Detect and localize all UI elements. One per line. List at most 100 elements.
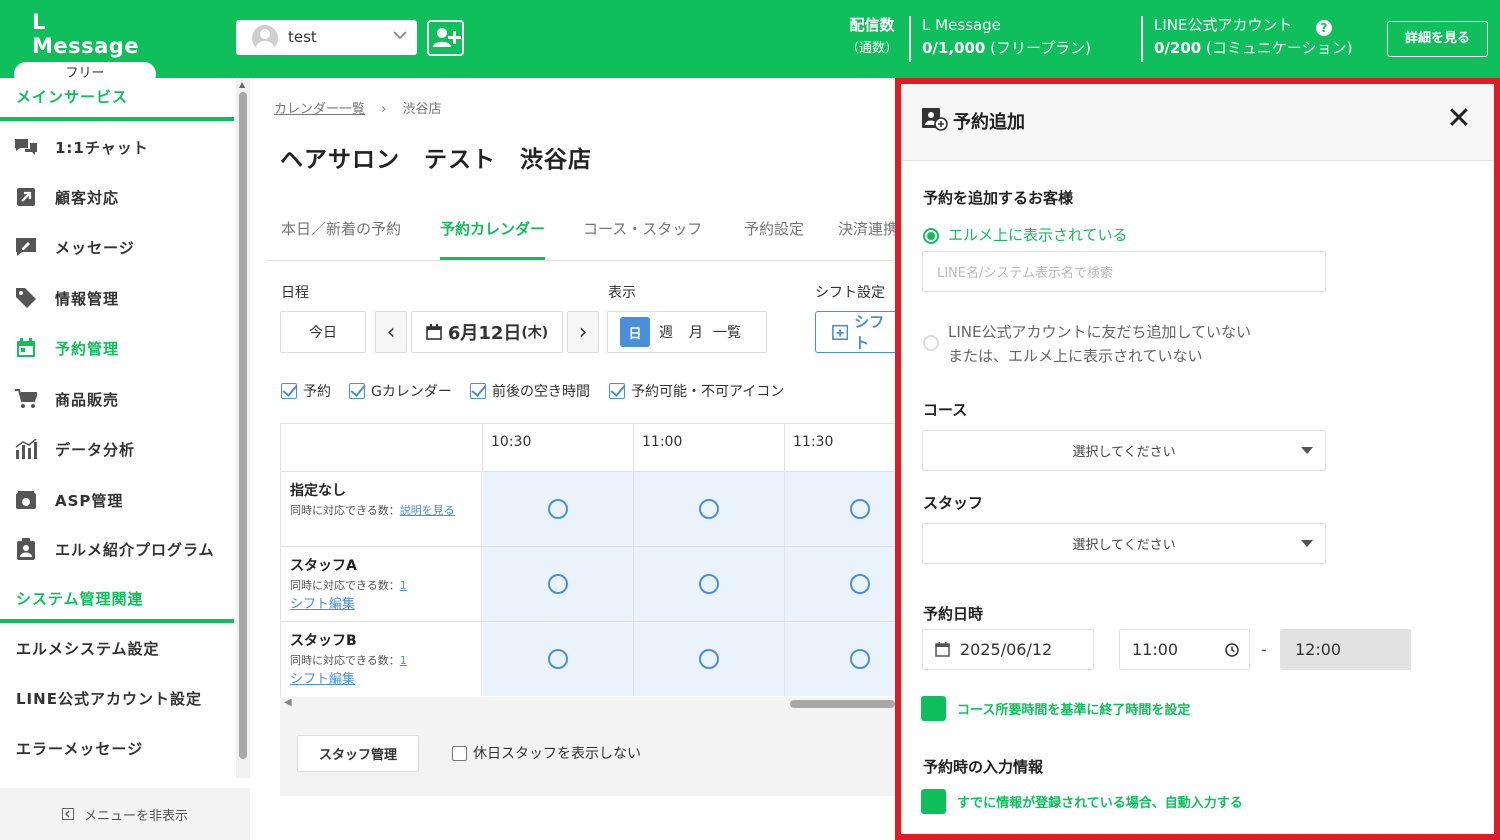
time-slot[interactable] xyxy=(634,472,785,546)
hide-menu-label: メニューを非表示 xyxy=(83,808,188,824)
checkbox-checked-icon xyxy=(281,383,297,399)
checkbox-gcalendar[interactable]: Gカレンダー xyxy=(349,381,452,401)
toggle-checked-icon xyxy=(921,696,946,721)
grid-horizontal-scrollbar[interactable]: ◀ xyxy=(280,697,895,711)
sidebar-item-label: 情報管理 xyxy=(55,289,120,308)
checkbox-availability-icon[interactable]: 予約可能・不可アイコン xyxy=(609,381,784,401)
section-system: システム管理関連 xyxy=(16,590,144,608)
section-main-services: メインサービス xyxy=(16,88,129,106)
sidebar-item-info[interactable]: 情報管理 xyxy=(0,274,234,322)
reservation-date-input[interactable]: 2025/06/12 xyxy=(922,629,1094,670)
calendar-icon xyxy=(14,337,38,359)
customer-search-input[interactable]: LINE名/システム表示名で検索 xyxy=(922,251,1326,292)
checkbox-reservation[interactable]: 予約 xyxy=(281,381,331,401)
add-user-button[interactable] xyxy=(427,20,464,56)
sidebar-item-label: 1:1チャット xyxy=(55,138,149,157)
sidebar-item-asp[interactable]: ASP管理 xyxy=(0,476,234,524)
staff-name: 指定なし xyxy=(290,483,346,499)
tab-today[interactable]: 本日／新着の予約 xyxy=(281,218,401,260)
brand-logo[interactable]: L Message フリー xyxy=(14,10,158,86)
sidebar-item-message[interactable]: メッセージ xyxy=(0,223,234,271)
staff-management-button[interactable]: スタッフ管理 xyxy=(297,735,419,772)
today-button[interactable]: 今日 xyxy=(280,311,366,353)
view-week-button[interactable]: 週 xyxy=(659,322,673,342)
view-day-button[interactable]: 日 xyxy=(620,317,650,347)
sidebar-item-product[interactable]: 商品販売 xyxy=(0,375,234,423)
tab-course-staff[interactable]: コース・スタッフ xyxy=(583,218,702,260)
close-icon[interactable]: ✕ xyxy=(1442,102,1476,136)
sidebar-scrollbar[interactable]: ▲ xyxy=(236,78,250,778)
radio-shown-label[interactable]: エルメ上に表示されている xyxy=(948,224,1128,245)
time-header: 10:30 xyxy=(483,424,634,471)
time-slot[interactable] xyxy=(634,622,785,696)
sidebar-item-analytics[interactable]: データ分析 xyxy=(0,425,234,473)
time-slot[interactable] xyxy=(785,622,896,696)
time-slot[interactable] xyxy=(483,472,634,546)
table-row: スタッフB 同時に対応できる数：1 シフト編集 xyxy=(281,621,896,696)
current-weekday: (木) xyxy=(521,325,549,341)
sidebar-item-system-settings[interactable]: エルメシステム設定 xyxy=(0,624,234,672)
auto-end-time-toggle[interactable]: コース所要時間を基準に終了時間を設定 xyxy=(921,696,1190,721)
sidebar-item-error-messages[interactable]: エラーメッセージ xyxy=(0,724,234,772)
scroll-left-icon[interactable]: ◀ xyxy=(284,697,292,708)
start-time-input[interactable]: 11:00 xyxy=(1119,629,1250,670)
time-slot[interactable] xyxy=(785,472,896,546)
scrollbar-thumb[interactable] xyxy=(790,700,895,708)
capacity-link[interactable]: 1 xyxy=(400,579,407,592)
scroll-up-icon[interactable]: ▲ xyxy=(239,80,245,89)
sidebar-item-line-settings[interactable]: LINE公式アカウント設定 xyxy=(0,674,234,722)
panel-header: 予約追加 ✕ xyxy=(901,84,1494,161)
breadcrumb-calendar-list[interactable]: カレンダー一覧 xyxy=(274,102,365,117)
radio-shown-customer[interactable] xyxy=(923,228,939,244)
available-circle-icon xyxy=(850,499,870,519)
tab-settings[interactable]: 予約設定 xyxy=(744,218,804,260)
radio-not-shown-customer[interactable] xyxy=(923,335,939,351)
time-slot[interactable] xyxy=(634,547,785,621)
sidebar-item-chat[interactable]: 1:1チャット xyxy=(0,123,234,171)
tag-icon xyxy=(14,287,38,309)
autofill-toggle[interactable]: すでに情報が登録されている場合、自動入力する xyxy=(921,789,1243,814)
time-slot[interactable] xyxy=(483,547,634,621)
shift-edit-link[interactable]: シフト編集 xyxy=(290,668,472,687)
date-picker[interactable]: 6月12日 (木) xyxy=(411,311,563,353)
sidebar-item-reservation[interactable]: 予約管理 xyxy=(0,324,234,372)
calendar-icon xyxy=(935,642,950,657)
available-circle-icon xyxy=(699,574,719,594)
course-select[interactable]: 選択してください xyxy=(922,430,1326,471)
radio-not-shown-label[interactable]: LINE公式アカウントに友だち追加していない または、エルメ上に表示されていない xyxy=(948,320,1251,368)
hide-menu-button[interactable]: メニューを非表示 xyxy=(0,788,250,840)
checkbox-unchecked-icon xyxy=(452,745,467,761)
chevron-down-icon xyxy=(393,29,407,44)
sidebar-item-referral[interactable]: エルメ紹介プログラム xyxy=(0,525,234,573)
tab-bar: 本日／新着の予約 予約カレンダー コース・スタッフ 予約設定 決済連携 xyxy=(266,208,898,261)
datetime-label: 予約日時 xyxy=(923,605,984,623)
scrollbar-thumb[interactable] xyxy=(239,92,247,759)
schedule-label: 日程 xyxy=(281,285,309,301)
staff-cell: スタッフB 同時に対応できる数：1 シフト編集 xyxy=(281,622,482,696)
capacity-link[interactable]: 1 xyxy=(400,654,407,667)
account-select[interactable]: test xyxy=(236,20,417,55)
hide-holiday-staff-checkbox[interactable]: 休日スタッフを表示しない xyxy=(452,743,641,763)
tab-calendar[interactable]: 予約カレンダー xyxy=(440,218,546,260)
breadcrumb: カレンダー一覧 › 渋谷店 xyxy=(274,98,442,117)
help-icon[interactable]: ? xyxy=(1316,20,1332,36)
explain-link[interactable]: 説明を見る xyxy=(400,504,455,517)
detail-button[interactable]: 詳細を見る xyxy=(1387,21,1488,57)
next-date-button[interactable]: › xyxy=(567,311,599,353)
breadcrumb-separator-icon: › xyxy=(381,102,387,117)
view-list-button[interactable]: 一覧 xyxy=(713,322,741,342)
current-date: 6月12日 xyxy=(447,323,522,344)
checkbox-free-time[interactable]: 前後の空き時間 xyxy=(470,381,590,401)
tab-payment[interactable]: 決済連携 xyxy=(838,218,898,260)
staff-select[interactable]: 選択してください xyxy=(922,523,1326,564)
shift-setting-label: シフト設定 xyxy=(815,285,885,301)
time-slot[interactable] xyxy=(785,547,896,621)
sidebar-item-label: メッセージ xyxy=(55,238,135,257)
shift-button[interactable]: シフト xyxy=(815,311,895,353)
time-slot[interactable] xyxy=(483,622,634,696)
available-circle-icon xyxy=(850,574,870,594)
prev-date-button[interactable]: ‹ xyxy=(375,311,407,353)
view-month-button[interactable]: 月 xyxy=(689,322,703,342)
shift-edit-link[interactable]: シフト編集 xyxy=(290,593,472,612)
sidebar-item-customer[interactable]: 顧客対応 xyxy=(0,173,234,221)
